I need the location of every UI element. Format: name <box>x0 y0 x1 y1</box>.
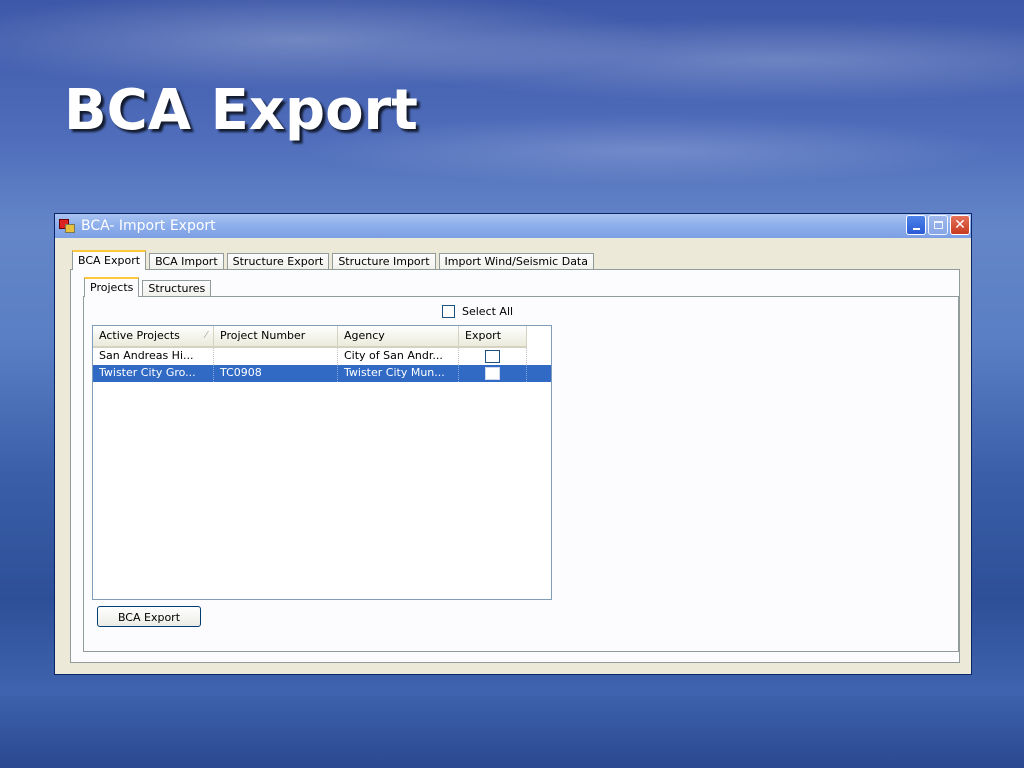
export-checkbox[interactable] <box>485 367 500 380</box>
select-all-box[interactable] <box>442 305 455 318</box>
main-tab-strip: BCA Export BCA Import Structure Export S… <box>72 250 597 270</box>
minimize-button[interactable] <box>906 215 926 235</box>
title-bar[interactable]: BCA- Import Export ✕ <box>55 214 971 238</box>
maximize-button[interactable] <box>928 215 948 235</box>
grid-header: Active Projects ⁄ Project Number Agency … <box>93 326 551 348</box>
cell-export <box>459 365 527 382</box>
maximize-icon <box>933 221 943 229</box>
tab-structures[interactable]: Structures <box>142 280 212 297</box>
tab-structure-export[interactable]: Structure Export <box>226 253 330 270</box>
close-button[interactable]: ✕ <box>950 215 970 235</box>
column-header-agency[interactable]: Agency <box>338 326 459 348</box>
app-window-icon[interactable] <box>59 219 75 233</box>
tab-bca-import[interactable]: BCA Import <box>149 253 224 270</box>
cell-agency[interactable]: City of San Andr... <box>338 348 459 365</box>
minimize-icon <box>912 228 920 230</box>
bca-export-button[interactable]: BCA Export <box>97 606 201 627</box>
cell-project-number[interactable] <box>214 348 338 365</box>
tab-structure-import[interactable]: Structure Import <box>332 253 436 270</box>
column-header-project-number[interactable]: Project Number <box>214 326 338 348</box>
close-icon: ✕ <box>954 217 966 233</box>
cell-agency[interactable]: Twister City Mun... <box>338 365 459 382</box>
cell-active-project[interactable]: San Andreas Hi... <box>93 348 214 365</box>
column-header-active-projects[interactable]: Active Projects ⁄ <box>93 326 214 348</box>
slide-title: BCA Export <box>64 78 418 143</box>
tab-projects[interactable]: Projects <box>84 277 140 297</box>
sub-tab-strip: Projects Structures <box>84 277 214 297</box>
app-window: BCA- Import Export ✕ BCA Export BCA Impo… <box>54 213 972 675</box>
column-header-export[interactable]: Export <box>459 326 527 348</box>
export-checkbox[interactable] <box>485 350 500 363</box>
cell-export <box>459 348 527 365</box>
select-all-label: Select All <box>462 305 514 318</box>
projects-grid[interactable]: Active Projects ⁄ Project Number Agency … <box>92 325 552 600</box>
table-row[interactable]: Twister City Gro... TC0908 Twister City … <box>93 365 551 382</box>
sort-indicator-icon: ⁄ <box>205 330 207 341</box>
tab-import-wind-seismic[interactable]: Import Wind/Seismic Data <box>438 253 594 270</box>
select-all-checkbox[interactable]: Select All <box>442 305 513 318</box>
window-controls: ✕ <box>906 215 970 235</box>
cell-project-number[interactable]: TC0908 <box>214 365 338 382</box>
cell-active-project[interactable]: Twister City Gro... <box>93 365 214 382</box>
window-title: BCA- Import Export <box>81 218 216 234</box>
tab-bca-export[interactable]: BCA Export <box>72 250 147 270</box>
table-row[interactable]: San Andreas Hi... City of San Andr... <box>93 348 551 365</box>
